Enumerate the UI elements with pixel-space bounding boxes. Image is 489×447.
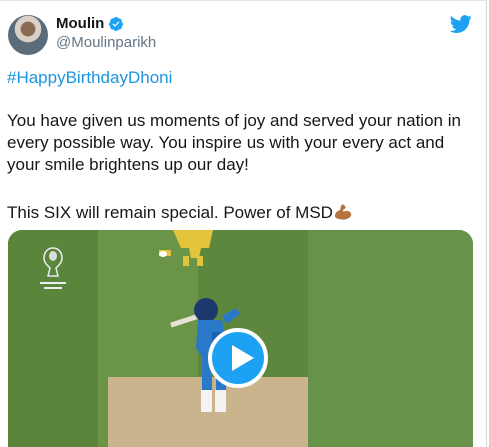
twitter-bird-icon[interactable] (450, 13, 472, 35)
verified-badge-icon (109, 16, 124, 31)
flexed-biceps-icon (334, 204, 352, 220)
video-player[interactable] (8, 230, 473, 447)
avatar[interactable] (8, 15, 48, 55)
fielder-figure (159, 230, 213, 266)
hashtag-link[interactable]: #HappyBirthdayDhoni (7, 68, 172, 88)
tweet-closing-text: This SIX will remain special. Power of M… (7, 203, 333, 222)
author-display-name[interactable]: Moulin (56, 15, 104, 32)
world-cup-logo-icon (40, 247, 66, 289)
tweet-body: You have given us moments of joy and ser… (7, 111, 461, 174)
tweet-card: Moulin @Moulinparikh #HappyBirthdayDhoni… (0, 0, 487, 447)
grass-stripe (308, 230, 473, 447)
play-button[interactable] (208, 328, 268, 388)
author-handle[interactable]: @Moulinparikh (56, 34, 156, 51)
author-row: Moulin (56, 15, 124, 32)
tweet-closing-line: This SIX will remain special. Power of M… (7, 201, 353, 223)
